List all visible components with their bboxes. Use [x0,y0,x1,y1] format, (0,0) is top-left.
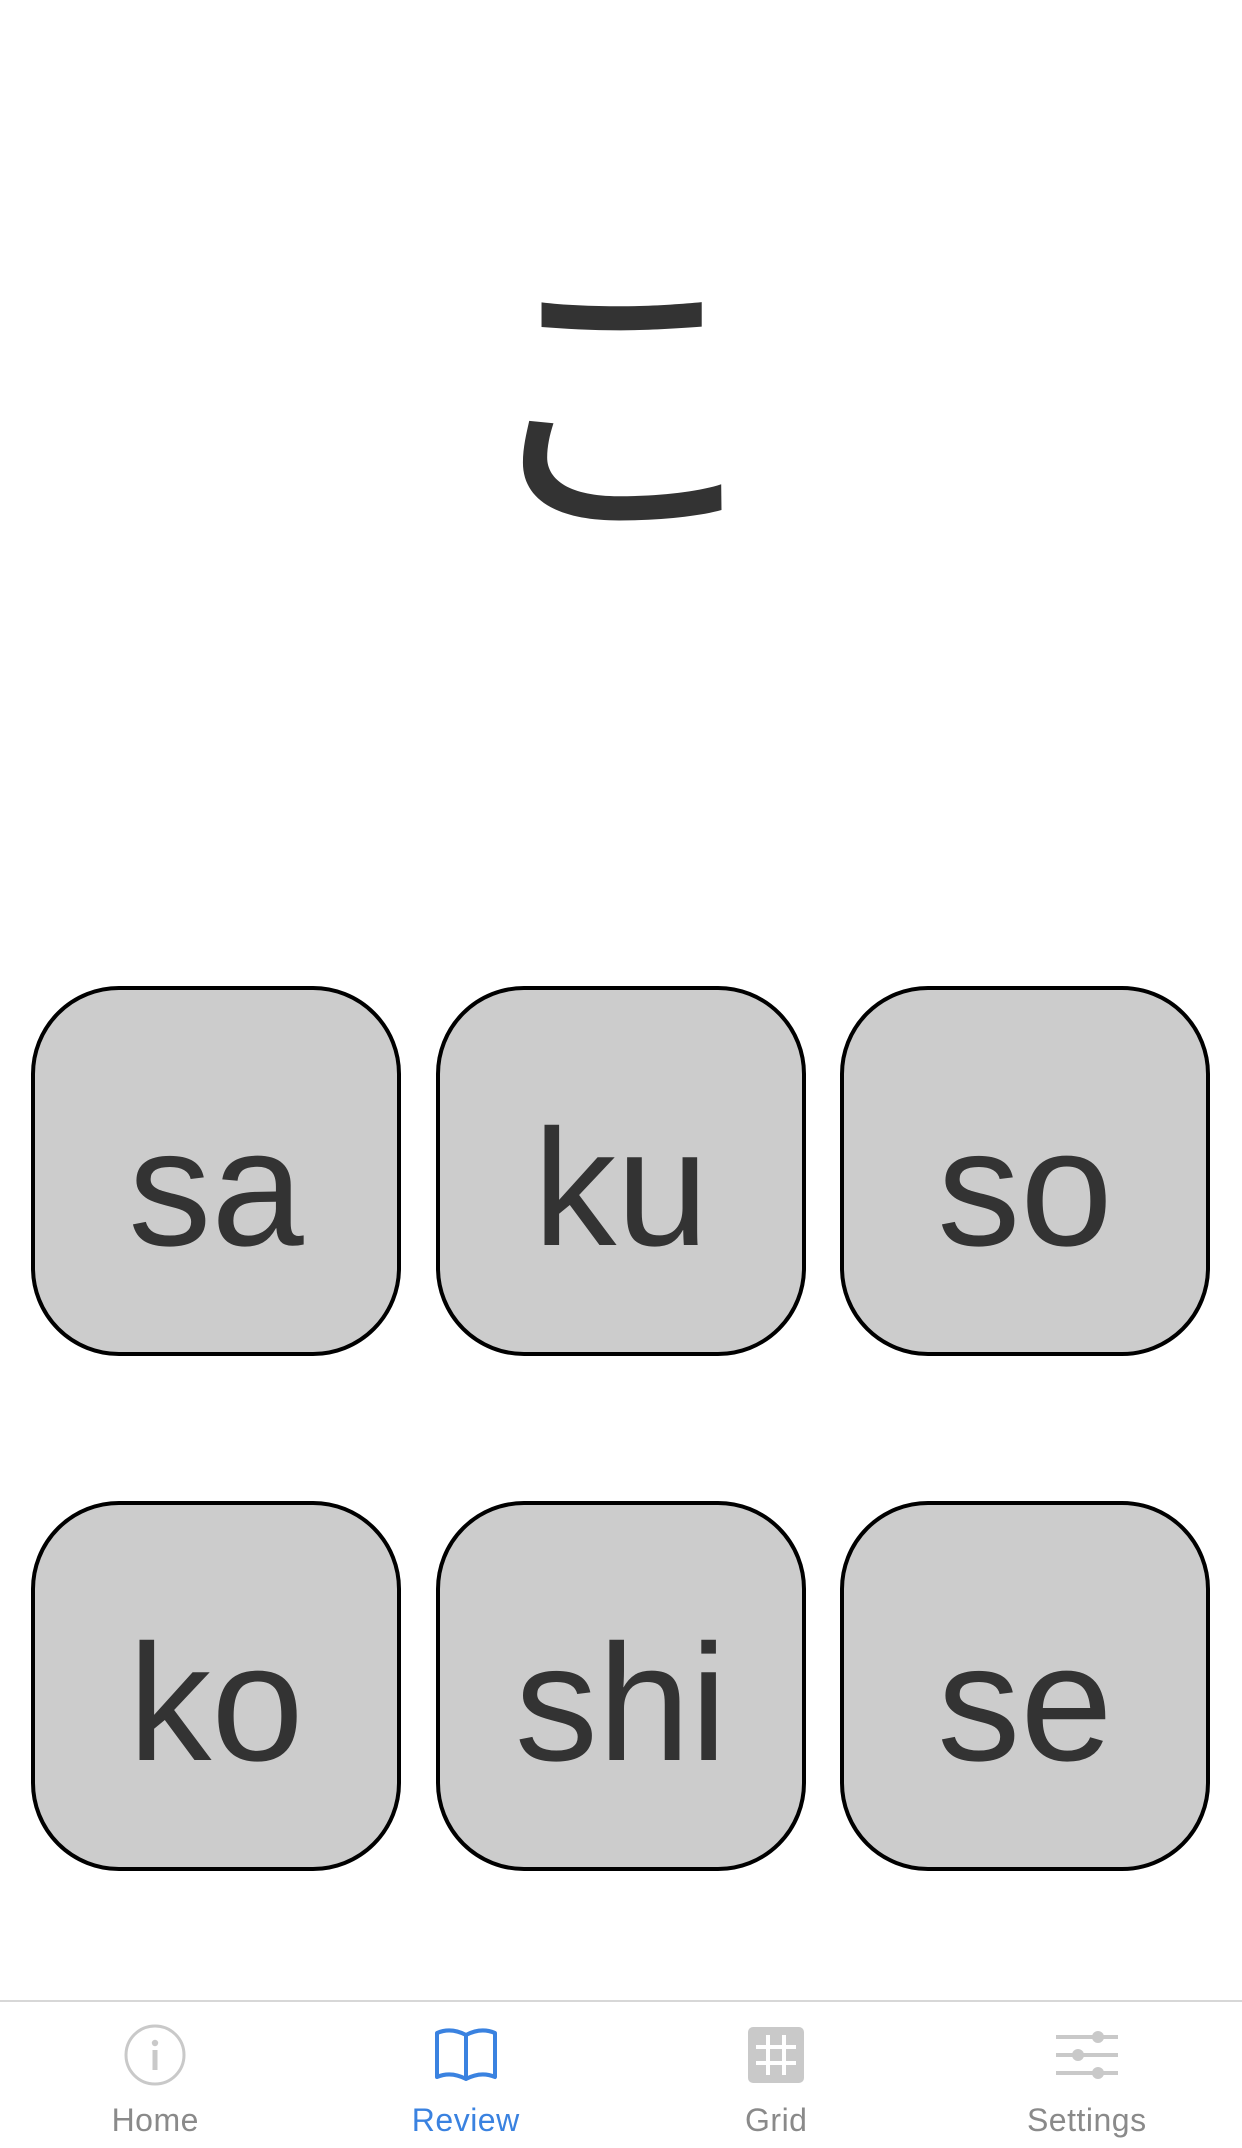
answer-button-ku[interactable]: ku [436,986,806,1356]
answer-label: shi [514,1611,728,1796]
answer-label: ku [533,1096,709,1281]
tab-settings[interactable]: Settings [932,2002,1242,2148]
tab-label: Settings [1026,2102,1147,2138]
grid-hash-icon [743,2022,809,2088]
tab-bar: Home Review Grid Settings [0,2000,1242,2148]
info-circle-icon [122,2022,188,2088]
answer-button-se[interactable]: se [840,1501,1210,1871]
answer-button-so[interactable]: so [840,986,1210,1356]
answer-button-sa[interactable]: sa [31,986,401,1356]
kana-prompt: こ [471,235,771,584]
answer-button-shi[interactable]: shi [436,1501,806,1871]
answer-label: so [937,1096,1113,1281]
answer-label: se [937,1611,1113,1796]
tab-label: Home [111,2102,199,2138]
answer-label: ko [128,1611,304,1796]
tab-label: Grid [745,2102,808,2138]
tab-label: Review [411,2102,520,2138]
tab-review[interactable]: Review [311,2002,622,2148]
sliders-icon [1054,2022,1120,2088]
open-book-icon [433,2022,499,2088]
tab-grid[interactable]: Grid [621,2002,932,2148]
tab-home[interactable]: Home [0,2002,311,2148]
review-screen: こ sa ku so ko shi se Home Review Grid Se… [0,0,1242,2148]
answer-button-ko[interactable]: ko [31,1501,401,1871]
answer-label: sa [128,1096,304,1281]
